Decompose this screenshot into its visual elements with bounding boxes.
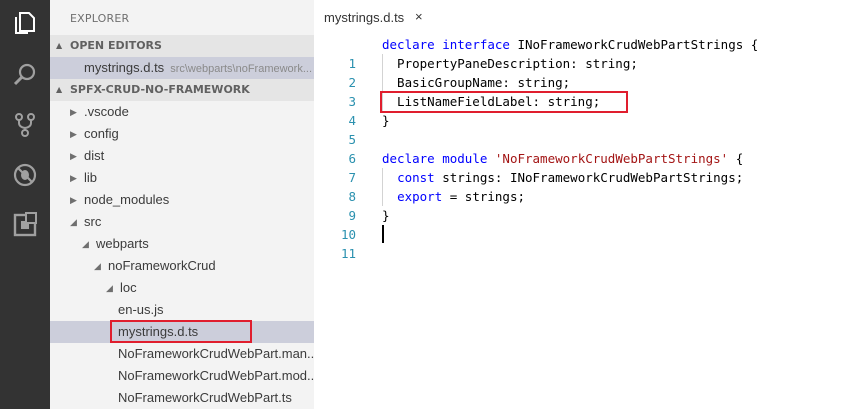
tree-folder-loc[interactable]: ◢ loc — [50, 277, 314, 299]
source-control-icon[interactable] — [0, 104, 50, 146]
code-line: 2 PropertyPaneDescription: string; — [314, 54, 847, 90]
line-number: 11 — [340, 246, 356, 261]
code-text: = strings; — [442, 189, 526, 204]
project-label: SPFX-CRUD-NO-FRAMEWORK — [70, 83, 250, 96]
files-icon[interactable] — [0, 2, 50, 44]
code-text: BasicGroupName: string; — [382, 75, 571, 90]
tree-item-label: noFrameworkCrud — [108, 258, 216, 273]
chevron-down-icon: ◢ — [70, 217, 77, 227]
keyword: const — [397, 170, 435, 185]
tree-file-en-us[interactable]: en-us.js — [50, 299, 314, 321]
tree-item-label: NoFrameworkCrudWebPart.ts — [118, 390, 292, 405]
code-line: 9 export = strings; — [314, 187, 847, 223]
code-text: ListNameFieldLabel: string; — [382, 94, 601, 109]
code-line: 11 — [314, 225, 847, 261]
code-line: 5 } — [314, 111, 847, 147]
tree-item-label: src — [84, 214, 102, 229]
text-cursor — [382, 225, 384, 243]
chevron-down-icon: ▲ — [56, 85, 63, 94]
tree-item-label: mystrings.d.ts — [118, 324, 199, 339]
tab-label: mystrings.d.ts — [324, 10, 405, 25]
chevron-right-icon: ▶ — [70, 195, 77, 205]
code-area[interactable]: 1 declare interface INoFrameworkCrudWebP… — [314, 35, 847, 409]
tree-folder-node-modules[interactable]: ▶ node_modules — [50, 189, 314, 211]
string-literal: 'NoFrameworkCrudWebPartStrings' — [494, 151, 729, 166]
open-editors-header[interactable]: ▲ OPEN EDITORS — [50, 35, 314, 57]
keyword: declare — [382, 37, 435, 52]
tree-item-label: node_modules — [84, 192, 170, 207]
code-text: { — [728, 151, 744, 166]
open-editors-label: OPEN EDITORS — [70, 39, 162, 52]
tree-item-label: NoFrameworkCrudWebPart.man... — [118, 346, 314, 361]
tree-folder-config[interactable]: ▶ config — [50, 123, 314, 145]
debug-icon[interactable] — [0, 154, 50, 196]
explorer-sidebar: EXPLORER ▲ OPEN EDITORS mystrings.d.ts sr… — [50, 0, 314, 409]
open-editor-path: src\webparts\noFramework... — [170, 63, 313, 75]
chevron-down-icon: ◢ — [94, 261, 101, 271]
tree-file-manifest[interactable]: NoFrameworkCrudWebPart.man... — [50, 343, 314, 365]
editor: mystrings.d.ts × 1 declare interface INo… — [314, 0, 847, 409]
search-icon[interactable] — [0, 54, 50, 96]
code-text: } — [382, 208, 390, 223]
chevron-right-icon: ▶ — [70, 107, 77, 117]
keyword: export — [397, 189, 443, 204]
keyword: module — [442, 151, 488, 166]
tree-item-label: webparts — [96, 236, 149, 251]
chevron-right-icon: ▶ — [70, 129, 77, 139]
tree-file-module[interactable]: NoFrameworkCrudWebPart.mod... — [50, 365, 314, 387]
code-text: } — [382, 113, 390, 128]
tab-mystrings[interactable]: mystrings.d.ts × — [314, 0, 434, 35]
tree-file-webpart-ts[interactable]: NoFrameworkCrudWebPart.ts — [50, 387, 314, 409]
tree-item-label: NoFrameworkCrudWebPart.mod... — [118, 368, 314, 383]
activity-bar — [0, 0, 50, 409]
code-line: 4 ListNameFieldLabel: string; — [314, 92, 847, 128]
code-line: 10 } — [314, 206, 847, 242]
close-icon[interactable]: × — [415, 9, 423, 24]
tree-file-mystrings[interactable]: mystrings.d.ts — [50, 321, 314, 343]
open-editor-item[interactable]: mystrings.d.ts src\webparts\noFramework..… — [50, 57, 314, 79]
open-editor-filename: mystrings.d.ts — [84, 60, 165, 75]
code-text: strings: INoFrameworkCrudWebPartStrings; — [434, 170, 744, 185]
tree-item-label: config — [84, 126, 119, 141]
keyword: interface — [442, 37, 510, 52]
chevron-down-icon: ▲ — [56, 41, 63, 50]
tree-folder-dist[interactable]: ▶ dist — [50, 145, 314, 167]
code-line: 1 declare interface INoFrameworkCrudWebP… — [314, 35, 847, 71]
tree-item-label: en-us.js — [118, 302, 164, 317]
tree-folder-vscode[interactable]: ▶ .vscode — [50, 101, 314, 123]
explorer-title: EXPLORER — [70, 12, 130, 25]
code-text: PropertyPaneDescription: string; — [382, 56, 638, 71]
code-line: 6 — [314, 130, 847, 166]
tree-folder-lib[interactable]: ▶ lib — [50, 167, 314, 189]
extensions-icon[interactable] — [0, 204, 50, 246]
tree-item-label: .vscode — [84, 104, 129, 119]
code-line: 8 const strings: INoFrameworkCrudWebPart… — [314, 168, 847, 204]
chevron-down-icon: ◢ — [82, 239, 89, 249]
code-text: INoFrameworkCrudWebPartStrings { — [517, 37, 759, 52]
chevron-right-icon: ▶ — [70, 173, 77, 183]
tab-bar: mystrings.d.ts × — [314, 0, 847, 35]
tree-folder-src[interactable]: ◢ src — [50, 211, 314, 233]
code-line: 7 declare module 'NoFrameworkCrudWebPart… — [314, 149, 847, 185]
code-line: 3 BasicGroupName: string; — [314, 73, 847, 109]
project-header[interactable]: ▲ SPFX-CRUD-NO-FRAMEWORK — [50, 79, 314, 101]
tree-item-label: lib — [84, 170, 98, 185]
chevron-right-icon: ▶ — [70, 151, 77, 161]
keyword: declare — [382, 151, 435, 166]
tree-item-label: dist — [84, 148, 105, 163]
chevron-down-icon: ◢ — [106, 283, 113, 293]
tree-item-label: loc — [120, 280, 137, 295]
tree-folder-noframeworkcrud[interactable]: ◢ noFrameworkCrud — [50, 255, 314, 277]
tree-folder-webparts[interactable]: ◢ webparts — [50, 233, 314, 255]
